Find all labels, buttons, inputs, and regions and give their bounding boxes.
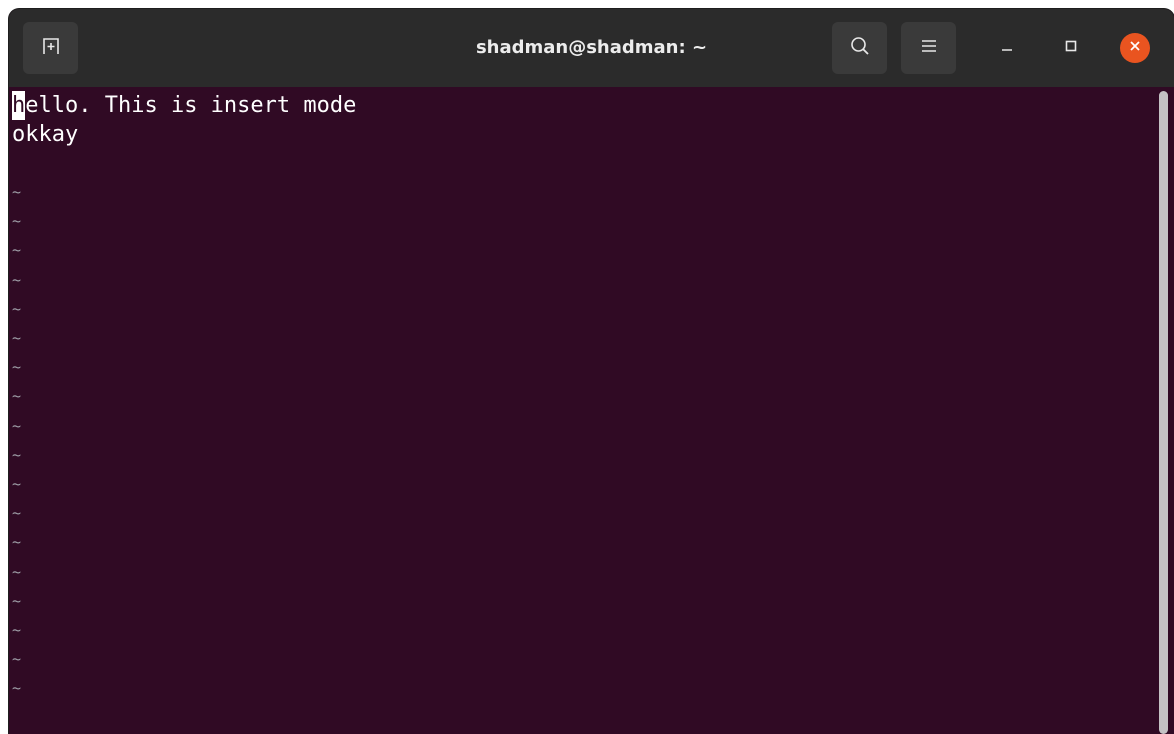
empty-line-tilde: ~ xyxy=(12,387,22,406)
scrollbar[interactable] xyxy=(1159,91,1168,734)
text-cursor: h xyxy=(12,91,26,120)
terminal-text-area[interactable]: hello. This is insert mode okkay ~ ~ ~ ~ ~ ~ ~… xyxy=(9,87,1159,734)
empty-line-tilde: ~ xyxy=(12,241,22,260)
search-icon xyxy=(849,35,871,62)
empty-line-tilde: ~ xyxy=(12,650,22,669)
editor-line-1-text: ello. This is insert mode xyxy=(25,93,357,118)
editor-line-1: hello. This is insert mode xyxy=(12,91,356,120)
empty-line-tilde: ~ xyxy=(12,621,22,639)
empty-line-tilde: ~ xyxy=(12,591,22,610)
empty-line-tilde: ~ xyxy=(12,679,22,698)
empty-line-tilde: ~ xyxy=(12,212,22,231)
search-button[interactable] xyxy=(832,22,887,74)
empty-line-tilde: ~ xyxy=(12,416,22,435)
empty-line-tilde: ~ xyxy=(12,504,22,523)
empty-line-tilde: ~ xyxy=(12,533,22,552)
empty-line-tilde: ~ xyxy=(12,270,22,289)
empty-line-tilde: ~ xyxy=(12,562,22,581)
empty-line-tilde: ~ xyxy=(12,445,22,464)
empty-line-tilde: ~ xyxy=(12,329,22,347)
new-tab-button[interactable] xyxy=(23,22,78,74)
empty-line-tilde: ~ xyxy=(12,475,22,493)
editor-line-2: okkay xyxy=(12,122,79,147)
empty-line-tilde: ~ xyxy=(12,299,22,318)
empty-line-tilde: ~ xyxy=(12,358,22,377)
maximize-button[interactable] xyxy=(1056,33,1086,63)
empty-line-tilde: ~ xyxy=(12,183,22,201)
maximize-icon xyxy=(1064,39,1078,58)
new-tab-icon xyxy=(40,35,62,62)
close-button[interactable] xyxy=(1120,33,1150,63)
hamburger-menu-icon xyxy=(919,36,939,61)
terminal-window: shadman@shadman: ~ hello. This is insert… xyxy=(9,9,1174,734)
close-icon xyxy=(1128,39,1142,58)
menu-button[interactable] xyxy=(901,22,956,74)
minimize-icon xyxy=(1000,39,1014,58)
titlebar[interactable]: shadman@shadman: ~ xyxy=(9,9,1174,87)
minimize-button[interactable] xyxy=(992,33,1022,63)
